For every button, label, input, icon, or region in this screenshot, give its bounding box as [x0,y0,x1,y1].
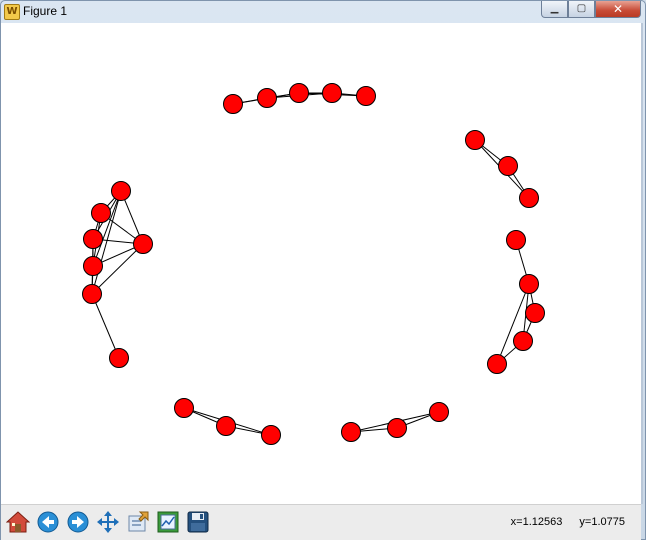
zoom-button[interactable] [124,508,152,536]
cursor-coordinates: x=1.12563 y=1.0775 [497,516,625,528]
minimize-icon: ▁ [550,3,559,14]
graph-node [387,418,407,438]
forward-button[interactable] [64,508,92,536]
graph-node [109,348,129,368]
x-coordinate-readout: x=1.12563 [510,516,563,528]
app-icon: W [4,4,20,20]
window-title: Figure 1 [23,4,68,18]
save-button[interactable] [184,508,212,536]
graph-node [111,181,131,201]
graph-node [83,256,103,276]
subplots-button[interactable] [154,508,182,536]
graph-edge [91,293,120,359]
close-icon: ✕ [612,2,624,16]
graph-node [506,230,526,250]
graph-edge [92,190,122,267]
graph-node [91,203,111,223]
graph-node [525,303,545,323]
home-icon [6,511,30,533]
close-button[interactable]: ✕ [595,1,641,18]
y-coordinate-readout: y=1.0775 [579,516,625,528]
graph-node [356,86,376,106]
network-graph [82,83,545,445]
save-icon [187,511,209,533]
graph-node [487,354,507,374]
graph-node [519,188,539,208]
graph-node [429,402,449,422]
graph-node [83,229,103,249]
back-button[interactable] [34,508,62,536]
graph-node [322,83,342,103]
title-bar[interactable]: W Figure 1 ▁ ▢ ✕ [1,1,645,23]
graph-node [513,331,533,351]
graph-node [257,88,277,108]
graph-node [223,94,243,114]
graph-node [498,156,518,176]
maximize-button[interactable]: ▢ [568,1,595,18]
pan-button[interactable] [94,508,122,536]
graph-node [465,130,485,150]
arrow-right-icon [67,511,89,533]
graph-node [216,416,236,436]
maximize-icon: ▢ [576,3,587,14]
graph-node [341,422,361,442]
graph-node [174,398,194,418]
graph-node [82,284,102,304]
navigation-toolbar: x=1.12563 y=1.0775 [1,504,641,540]
graph-node [133,234,153,254]
graph-node [261,425,281,445]
graph-edge [496,283,530,365]
figure-window: W Figure 1 ▁ ▢ ✕ x=1.12563 y=1.0775 [0,0,646,540]
zoom-rect-icon [128,511,149,532]
plot-canvas[interactable] [1,23,643,504]
graph-node [289,83,309,103]
subplots-icon [157,511,179,533]
move-icon [97,511,119,533]
minimize-button[interactable]: ▁ [541,1,568,18]
home-button[interactable] [4,508,32,536]
arrow-left-icon [37,511,59,533]
graph-node [519,274,539,294]
